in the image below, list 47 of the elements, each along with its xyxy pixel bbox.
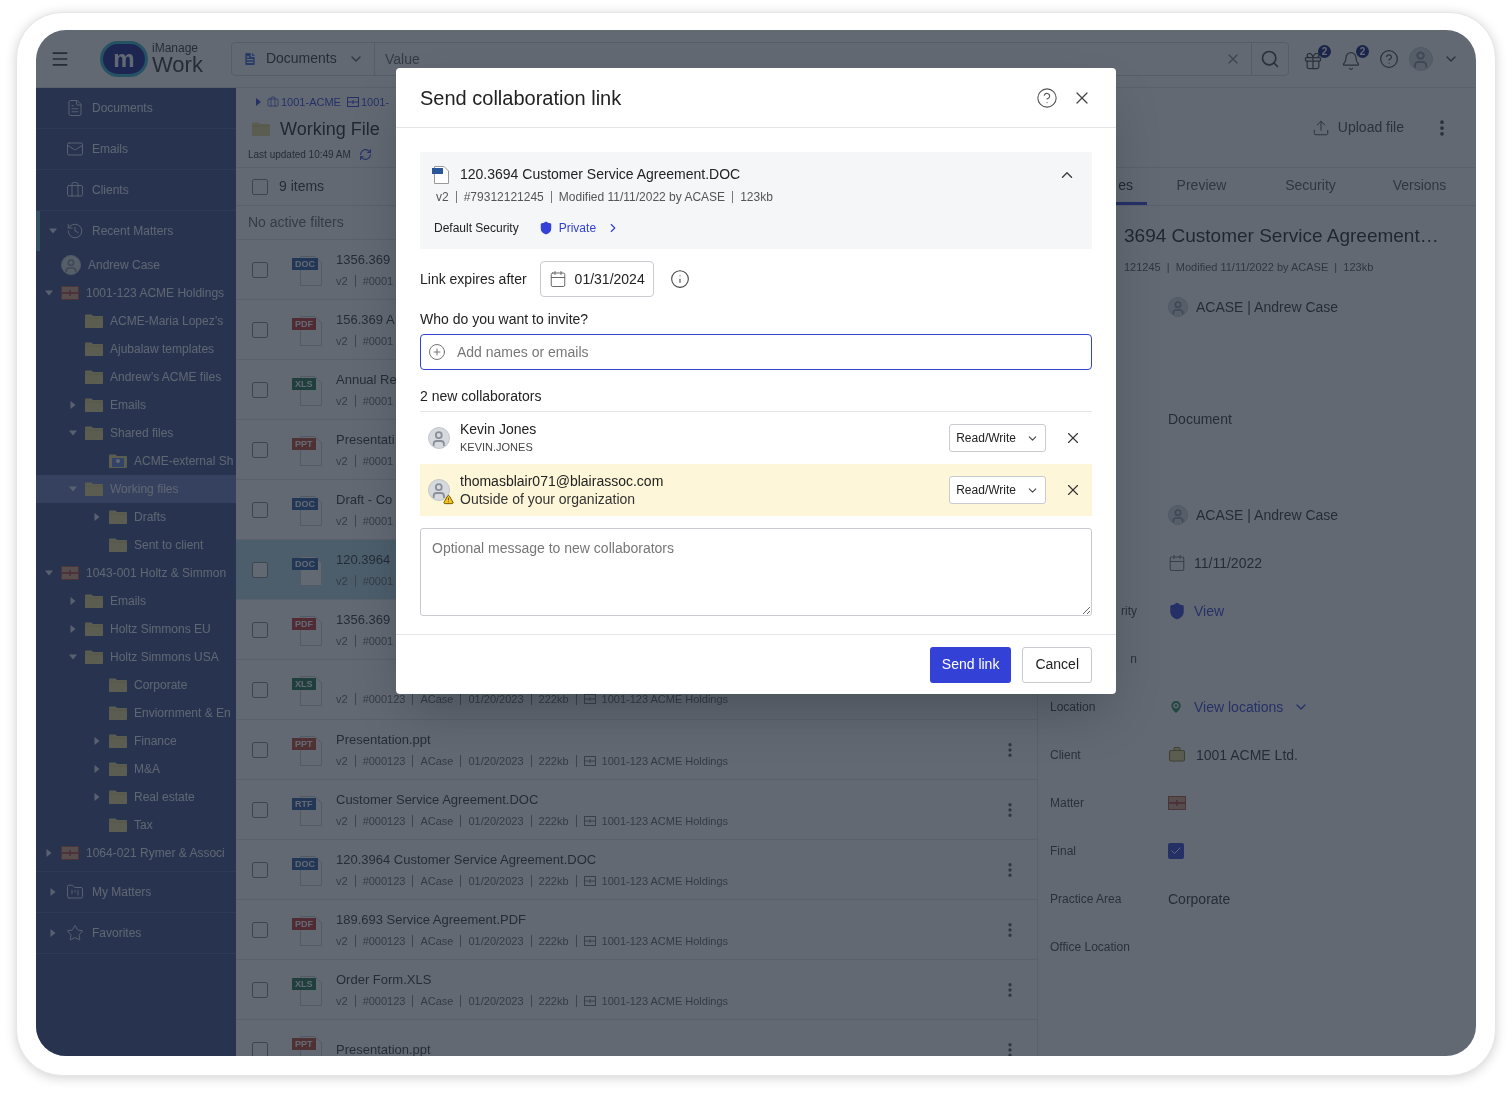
security-link[interactable]: Private — [558, 219, 597, 237]
collaborator-name: thomasblair071@blairassoc.com — [460, 472, 664, 490]
date-field[interactable]: 01/31/2024 — [539, 261, 654, 297]
value-text: Document — [1168, 409, 1232, 429]
document-icon — [432, 165, 450, 184]
access-dropdown[interactable]: Read/Write — [949, 476, 1046, 504]
meta-text: 123kb — [732, 191, 773, 203]
value-text: Corporate — [1168, 889, 1231, 909]
folder-title: Working File — [280, 117, 380, 141]
value-text: ACASE | Andrew Case — [1196, 505, 1339, 525]
cancel-button[interactable]: Cancel — [1022, 646, 1092, 683]
collaborator-detail: KEVIN.JONES — [460, 440, 534, 455]
invite-label: Who do you want to invite? — [420, 310, 590, 329]
send-link-button[interactable]: Send link — [929, 646, 1012, 683]
document-heading: 3694 Customer Service Agreement… — [1124, 224, 1440, 248]
field-label: Client — [1050, 747, 1081, 764]
item-count: 9 items — [279, 177, 325, 196]
message-field[interactable]: Optional message to new collaborators — [420, 528, 1092, 616]
logo-text: Work — [152, 53, 203, 76]
value-text: ACASE | Andrew Case — [1196, 297, 1339, 317]
field-label: Matter — [1050, 795, 1084, 812]
access-dropdown[interactable]: Read/Write — [949, 424, 1046, 452]
field-label: Office Location — [1050, 939, 1130, 956]
avatar-icon — [428, 479, 450, 501]
field-label: Final — [1050, 843, 1076, 860]
calendar-icon — [548, 270, 567, 288]
last-updated-text: Last updated 10:49 AM — [248, 147, 351, 162]
logo-text: iManage — [152, 41, 199, 54]
value-text: 1001 ACME Ltd. — [1196, 745, 1298, 765]
avatar-icon — [428, 427, 450, 449]
info-icon[interactable] — [669, 269, 690, 289]
expires-label: Link expires after — [420, 269, 527, 289]
meta-text: #79312121245 — [455, 191, 544, 203]
meta-text: Modified 11/11/2022 by ACASE — [550, 191, 726, 203]
collaborator-name: Kevin Jones — [460, 420, 537, 438]
invite-field[interactable]: Add names or emails — [420, 334, 1092, 370]
collaborator-detail: Outside of your organization — [460, 490, 637, 508]
help-icon[interactable] — [1036, 86, 1058, 109]
meta-text: v2 — [436, 191, 449, 203]
value-text: 11/11/2022 — [1194, 553, 1262, 573]
warning-icon — [443, 494, 454, 505]
shield-icon — [538, 221, 553, 235]
add-icon — [428, 343, 446, 361]
document-name: 120.3694 Customer Service Agreement.DOC — [460, 165, 741, 184]
security-label: Default Security — [434, 220, 519, 237]
dialog-title: Send collaboration link — [420, 85, 622, 111]
field-label: Practice Area — [1050, 891, 1122, 908]
